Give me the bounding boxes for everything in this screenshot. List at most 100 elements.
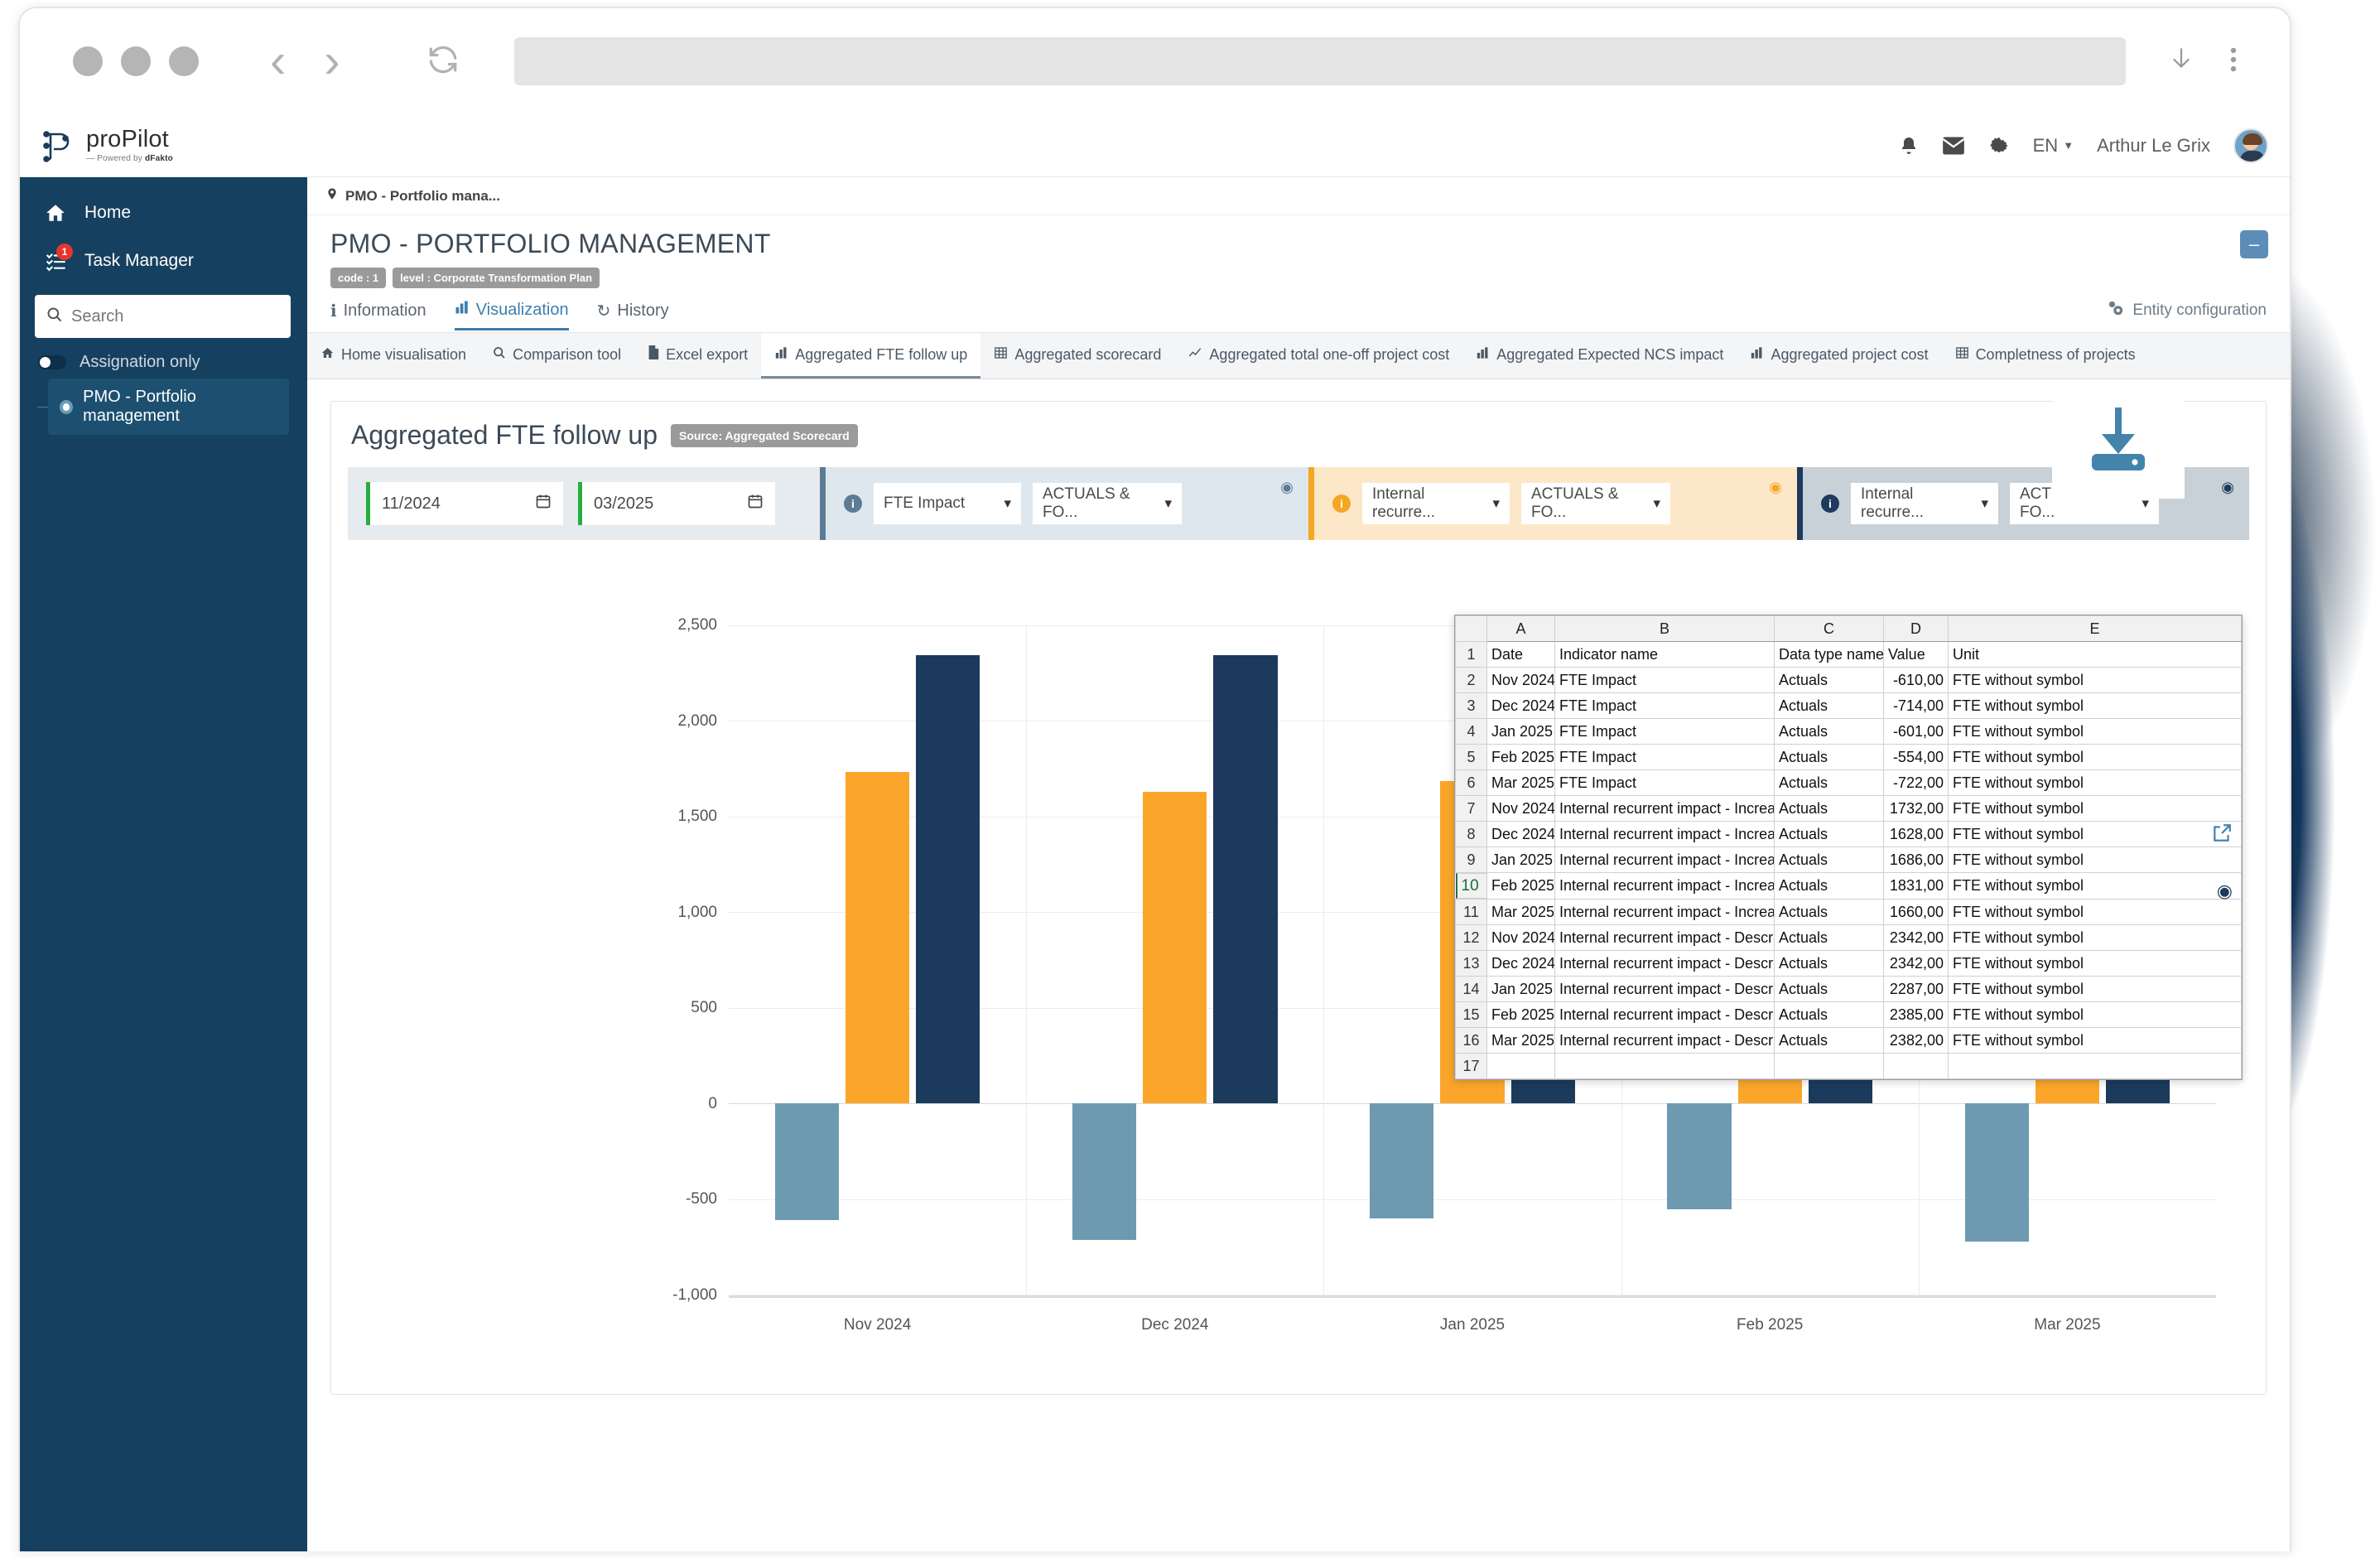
col-header-c[interactable]: C [1774,615,1884,642]
table-cell[interactable]: Internal recurrent impact - Descrease [1554,976,1775,1002]
table-cell[interactable]: Actuals [1774,718,1884,745]
gear-icon[interactable] [1988,135,2010,157]
table-cell[interactable]: Feb 2025 [1486,872,1555,900]
datatype-select-2[interactable]: ACTUALS & FO... ▾ [1521,483,1670,524]
table-row[interactable]: 10 Feb 2025 Internal recurrent impact - In… [1455,872,2242,900]
download-icon[interactable] [2167,44,2195,80]
viztab-excel-export[interactable]: Excel export [634,333,761,379]
chart-bar[interactable] [1370,1103,1434,1218]
table-cell[interactable]: Actuals [1774,692,1884,719]
chart-bar[interactable] [916,655,980,1104]
minimize-icon[interactable]: – [2240,230,2268,258]
table-row[interactable]: 2 Nov 2024 FTE Impact Actuals -610,00 FTE wit… [1455,667,2242,693]
forward-icon[interactable]: › [324,37,340,85]
chart-bar[interactable] [1213,655,1278,1104]
table-cell[interactable]: Internal recurrent impact - Descrease [1554,1027,1775,1054]
sidebar-item-home[interactable]: Home [20,189,307,237]
table-cell[interactable]: Internal recurrent impact - Increase [1554,795,1775,822]
table-cell[interactable]: FTE without symbol [1948,667,2242,693]
table-cell[interactable]: Date [1486,641,1555,668]
sidebar-item-pmo-portfolio-management[interactable]: PMO - Portfolio management [37,379,289,435]
table-cell[interactable]: FTE Impact [1554,718,1775,745]
table-cell[interactable]: 1628,00 [1883,821,1949,847]
table-cell[interactable]: Actuals [1774,769,1884,796]
table-row[interactable]: 13 Dec 2024 Internal recurrent impact - De… [1455,950,2242,977]
table-cell[interactable]: Jan 2025 [1486,847,1555,873]
chart-bar[interactable] [845,772,910,1104]
table-cell[interactable]: Indicator name [1554,641,1775,668]
tab-history[interactable]: ↻ History [597,300,669,330]
table-cell[interactable]: Mar 2025 [1486,899,1555,925]
calendar-icon[interactable] [747,493,764,514]
table-cell[interactable]: FTE Impact [1554,769,1775,796]
table-cell[interactable]: Mar 2025 [1486,1027,1555,1054]
table-cell[interactable]: Actuals [1774,1001,1884,1028]
tab-visualization[interactable]: Visualization [454,300,569,330]
table-cell[interactable] [1948,1053,2242,1079]
col-header-a[interactable]: A [1486,615,1555,642]
table-cell[interactable]: FTE Impact [1554,744,1775,770]
table-cell[interactable]: -722,00 [1883,769,1949,796]
reload-icon[interactable] [425,41,461,82]
table-cell[interactable]: Dec 2024 [1486,950,1555,977]
table-cell[interactable]: FTE without symbol [1948,795,2242,822]
row-header[interactable]: 10 [1455,873,1487,899]
table-cell[interactable]: 1831,00 [1883,872,1949,900]
table-row[interactable]: 4 Jan 2025 FTE Impact Actuals -601,00 FTE wit… [1455,718,2242,745]
table-cell[interactable]: Nov 2024 [1486,795,1555,822]
table-cell[interactable]: Value [1883,641,1949,668]
table-cell[interactable]: FTE without symbol [1948,769,2242,796]
table-cell[interactable]: Internal recurrent impact - Descrease [1554,950,1775,977]
table-row[interactable]: 15 Feb 2025 Internal recurrent impact - De… [1455,1001,2242,1028]
table-cell[interactable]: FTE without symbol [1948,924,2242,951]
table-cell[interactable]: FTE without symbol [1948,976,2242,1002]
row-header[interactable]: 13 [1455,950,1487,977]
table-cell[interactable]: Jan 2025 [1486,976,1555,1002]
table-cell[interactable]: Actuals [1774,744,1884,770]
table-cell[interactable]: FTE without symbol [1948,744,2242,770]
sidebar-item-task-manager[interactable]: 1 Task Manager [20,237,307,285]
back-icon[interactable]: ‹ [270,37,286,85]
table-row[interactable]: 1 Date Indicator name Data type name Value Un… [1455,641,2242,668]
row-header[interactable]: 6 [1455,769,1487,796]
indicator-select-2[interactable]: Internal recurre... ▾ [1362,483,1510,524]
chart-bar[interactable] [1143,792,1207,1104]
envelope-icon[interactable] [1942,136,1965,156]
tab-information[interactable]: ℹ Information [330,300,426,330]
viztab-aggregated-total-one-off-project-cost[interactable]: Aggregated total one-off project cost [1174,333,1462,379]
table-cell[interactable]: -610,00 [1883,667,1949,693]
table-cell[interactable]: 2382,00 [1883,1027,1949,1054]
table-cell[interactable]: Actuals [1774,667,1884,693]
table-cell[interactable]: Internal recurrent impact - Descrease [1554,924,1775,951]
search-box[interactable] [35,295,291,338]
viztab-comparison-tool[interactable]: Comparison tool [479,333,634,379]
table-row[interactable]: 9 Jan 2025 Internal recurrent impact - Inc… [1455,847,2242,873]
table-cell[interactable]: -601,00 [1883,718,1949,745]
datatype-select-1[interactable]: ACTUALS & FO... ▾ [1033,483,1182,524]
row-header[interactable]: 5 [1455,744,1487,770]
kebab-menu-icon[interactable] [2228,44,2238,80]
table-cell[interactable]: FTE without symbol [1948,1027,2242,1054]
table-cell[interactable]: Internal recurrent impact - Increase [1554,847,1775,873]
table-cell[interactable]: FTE without symbol [1948,692,2242,719]
table-cell[interactable]: Internal recurrent impact - Increase [1554,821,1775,847]
date-to-input[interactable]: 03/2025 [578,482,775,525]
table-cell[interactable]: Feb 2025 [1486,1001,1555,1028]
col-header-d[interactable]: D [1883,615,1949,642]
viztab-aggregated-expected-ncs-impact[interactable]: Aggregated Expected NCS impact [1462,333,1737,379]
table-cell[interactable]: 2287,00 [1883,976,1949,1002]
table-cell[interactable] [1554,1053,1775,1079]
avatar[interactable] [2233,128,2268,163]
row-header[interactable]: 4 [1455,718,1487,745]
viztab-aggregated-scorecard[interactable]: Aggregated scorecard [980,333,1174,379]
search-input[interactable] [71,306,279,326]
table-cell[interactable]: Actuals [1774,976,1884,1002]
app-logo[interactable]: proPilot — Powered by dFakto [40,128,173,164]
table-row[interactable]: 11 Mar 2025 Internal recurrent impact - In… [1455,899,2242,925]
entity-configuration-button[interactable]: Entity configuration [2107,300,2267,321]
table-cell[interactable]: Actuals [1774,899,1884,925]
close-window-dot[interactable] [73,46,103,76]
viztab-completness-of-projects[interactable]: Completness of projects [1942,333,2149,379]
minimize-window-dot[interactable] [121,46,151,76]
table-row[interactable]: 5 Feb 2025 FTE Impact Actuals -554,00 FTE wit… [1455,744,2242,770]
